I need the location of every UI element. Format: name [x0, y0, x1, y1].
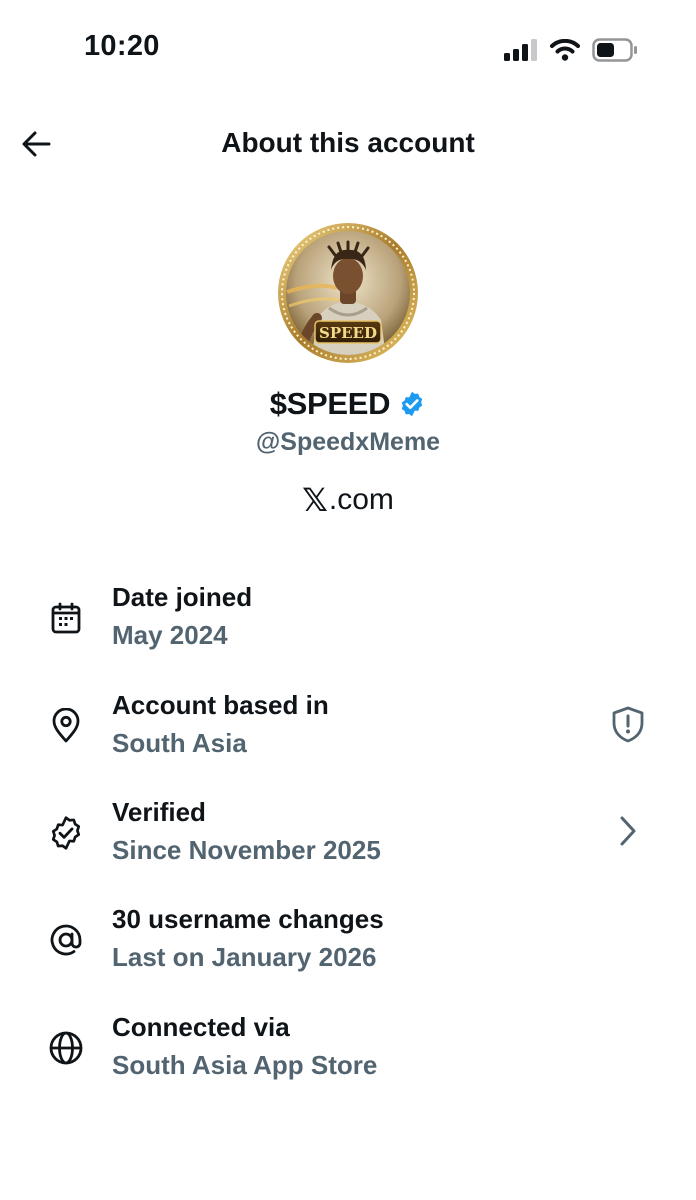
calendar-icon: [46, 598, 86, 638]
info-row-account-based-in: Account based in South Asia: [0, 690, 696, 780]
info-value: South Asia: [112, 728, 247, 758]
avatar-label: SPEED: [319, 324, 377, 342]
info-value: Since November 2025: [112, 835, 381, 865]
shield-alert-icon[interactable]: [608, 704, 648, 744]
info-value: South Asia App Store: [112, 1050, 378, 1080]
info-title: Date joined: [112, 582, 253, 612]
location-pin-icon: [46, 706, 86, 746]
username-handle: @SpeedxMeme: [255, 428, 441, 456]
page-title: About this account: [221, 127, 475, 158]
info-row-username-changes: 30 username changes Last on January 2026: [0, 904, 696, 994]
info-value: Last on January 2026: [112, 942, 377, 972]
about-account-screen: 10:20 About this account SPEED $SPEED @S…: [0, 0, 696, 1200]
info-title: Verified: [112, 797, 206, 827]
display-name: $SPEED: [269, 386, 391, 421]
chevron-right-icon[interactable]: [608, 811, 648, 851]
info-row-verified[interactable]: Verified Since November 2025: [0, 797, 696, 887]
verified-badge-icon[interactable]: [398, 390, 426, 418]
cellular-signal-icon: [504, 39, 537, 61]
verified-badge-outline-icon: [46, 813, 86, 853]
status-time: 10:20: [84, 30, 160, 62]
display-name-row: $SPEED: [0, 386, 696, 422]
x-logo-glyph: 𝕏: [302, 482, 328, 518]
status-icons: [504, 38, 638, 62]
info-title: Account based in: [112, 690, 329, 720]
website-domain: .com: [328, 483, 394, 516]
at-sign-icon: [46, 920, 86, 960]
website-label: 𝕏 .com: [0, 481, 696, 519]
globe-icon: [46, 1028, 86, 1068]
info-row-date-joined: Date joined May 2024: [0, 582, 696, 672]
info-row-connected-via: Connected via South Asia App Store: [0, 1012, 696, 1102]
wifi-icon: [550, 39, 580, 61]
info-value: May 2024: [112, 620, 228, 650]
info-title: Connected via: [112, 1012, 290, 1042]
battery-icon: [592, 38, 637, 62]
profile-avatar[interactable]: SPEED: [277, 222, 419, 364]
info-title: 30 username changes: [112, 904, 384, 934]
